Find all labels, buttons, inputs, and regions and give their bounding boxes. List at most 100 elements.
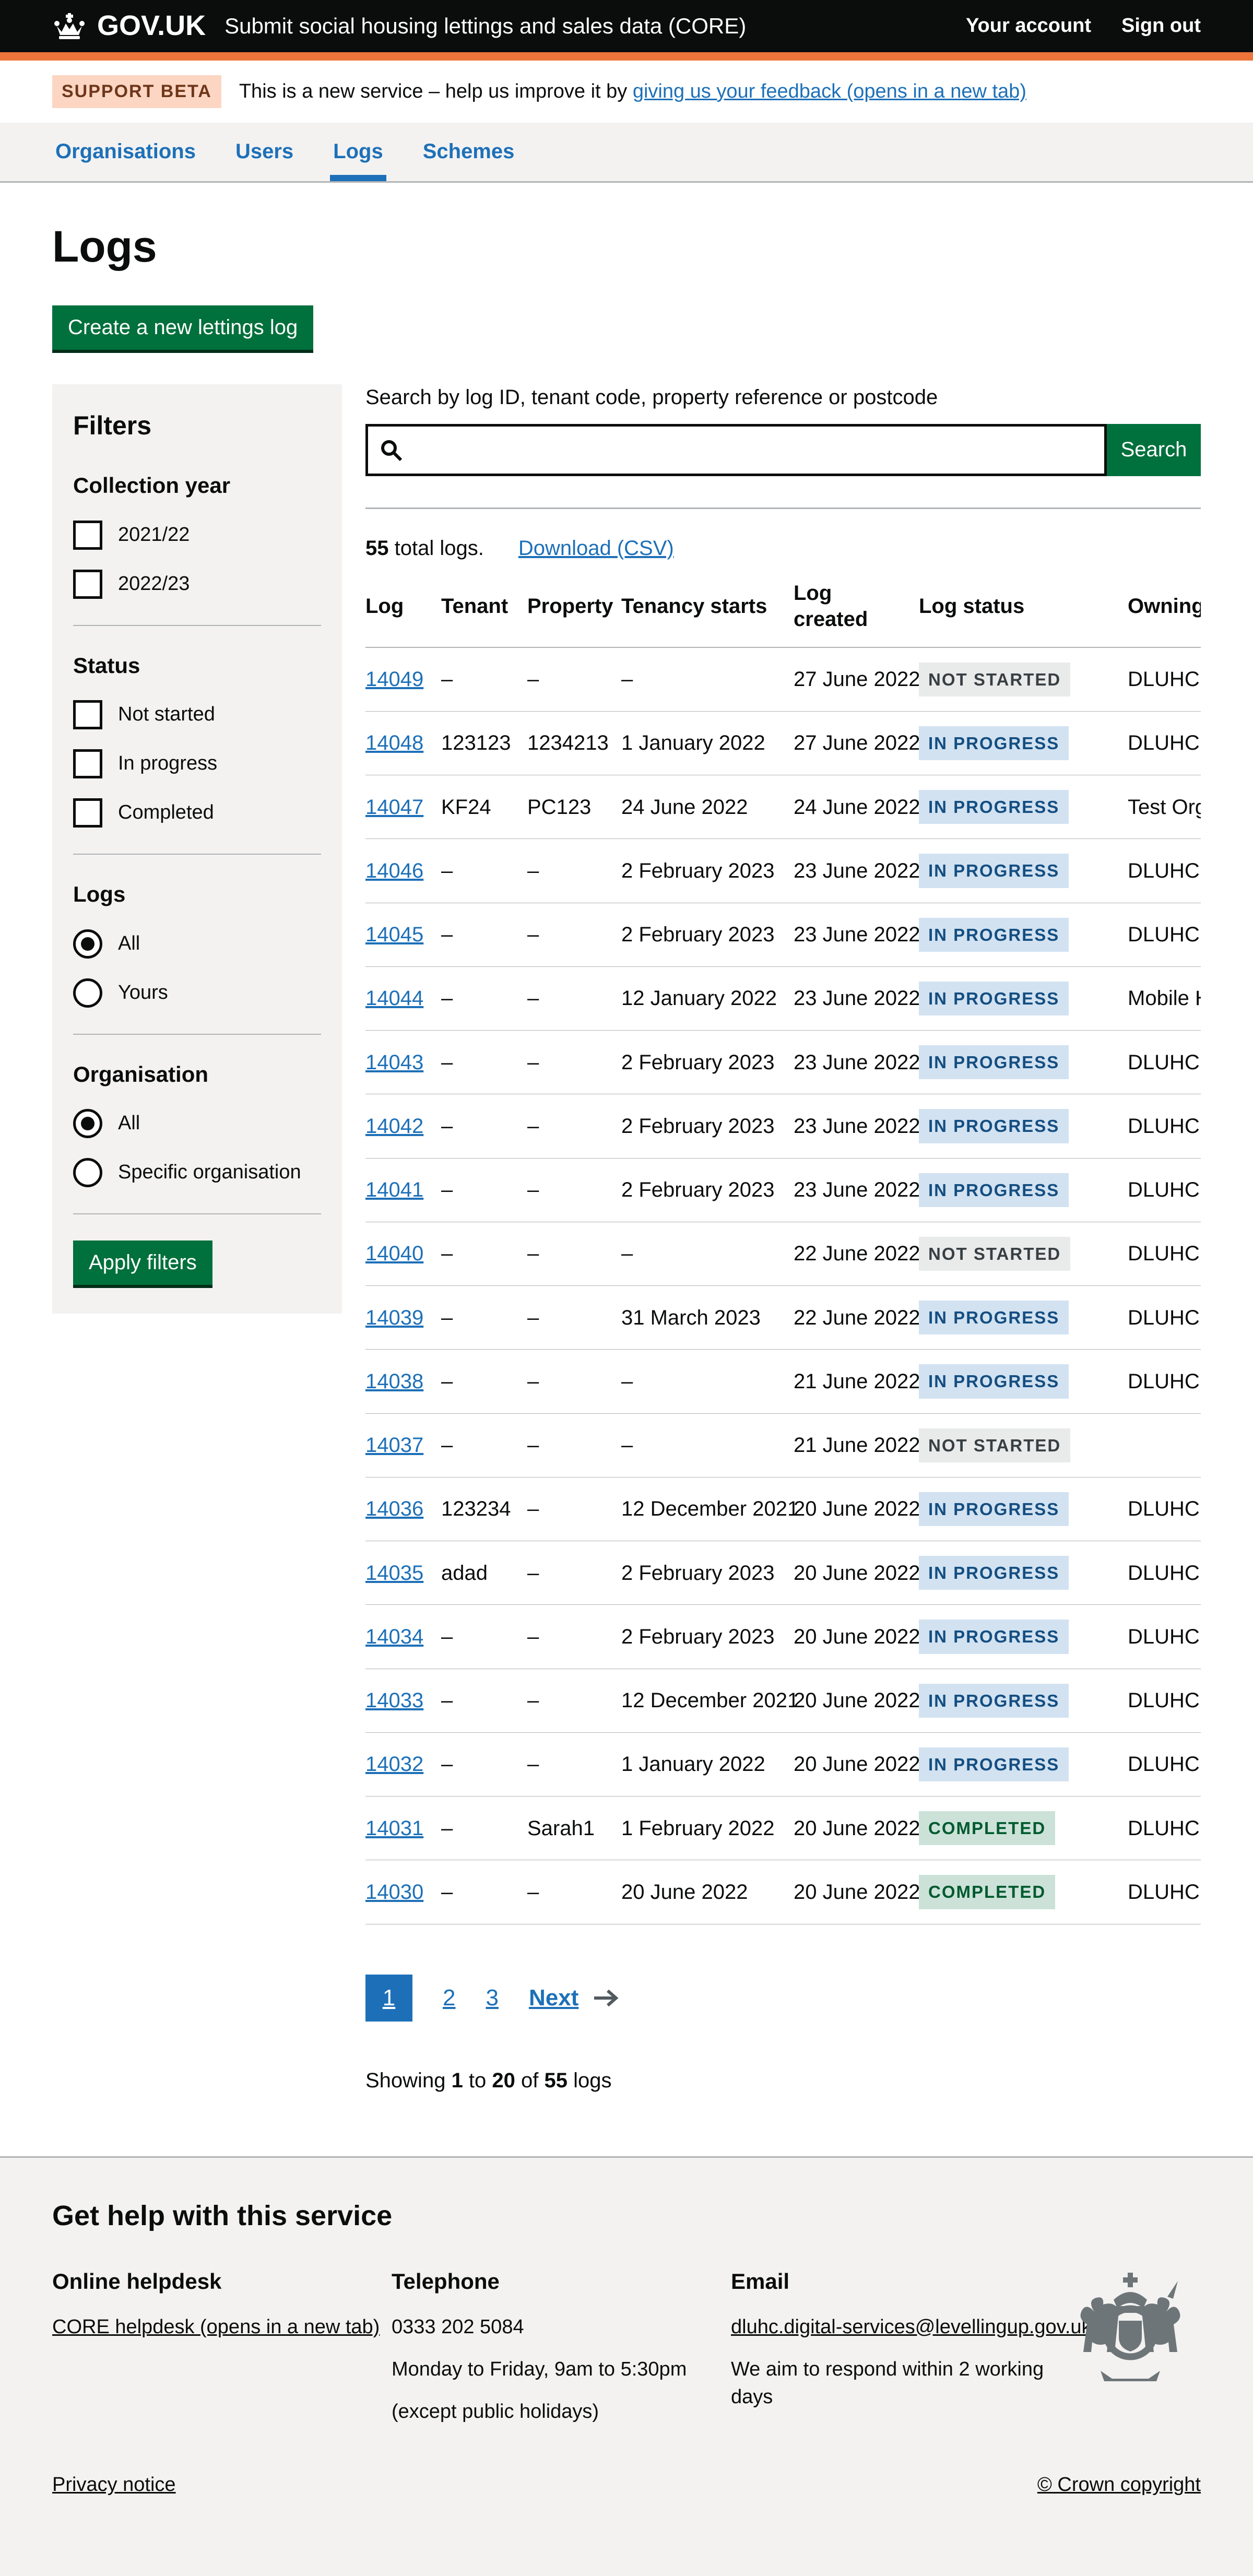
table-header-row: LogTenantPropertyTenancy startsLog creat… [365,566,1201,647]
your-account-link[interactable]: Your account [966,14,1091,39]
log-link[interactable]: 14033 [365,1689,423,1712]
nav-item-organisations[interactable]: Organisations [52,123,199,181]
tenancy-starts-cell: 2 February 2023 [621,1541,794,1605]
search-input[interactable] [365,424,1107,476]
footer-link-email[interactable]: dluhc.digital-services@levellingup.gov.u… [731,2316,1092,2338]
apply-filters-button[interactable]: Apply filters [73,1240,212,1285]
log-link[interactable]: 14043 [365,1051,423,1074]
pagination-next[interactable]: Next [529,1983,578,2012]
log-link[interactable]: 14039 [365,1306,423,1329]
column-header-property: Property [527,566,621,647]
pagination-page-3[interactable]: 3 [486,1983,498,2012]
radio-control[interactable] [73,1109,102,1138]
property-cell: – [527,647,621,712]
radio-control[interactable] [73,929,102,959]
log-created-cell: 23 June 2022 [794,1094,919,1158]
log-link[interactable]: 14041 [365,1178,423,1201]
nav-item-users[interactable]: Users [232,123,297,181]
log-link[interactable]: 14048 [365,731,423,754]
checkbox-control[interactable] [73,749,102,778]
log-created-cell: 20 June 2022 [794,1860,919,1924]
checkbox-not-started[interactable]: Not started [73,700,321,729]
govuk-logo-text: GOV.UK [97,8,206,44]
table-row: 14034––2 February 202320 June 2022IN PRO… [365,1605,1201,1669]
feedback-link[interactable]: giving us your feedback (opens in a new … [633,80,1026,102]
log-link[interactable]: 14044 [365,987,423,1010]
table-row: 14039––31 March 202322 June 2022IN PROGR… [365,1286,1201,1350]
govuk-logo[interactable]: GOV.UK [52,8,206,44]
log-link[interactable]: 14046 [365,859,423,882]
checkbox-control[interactable] [73,700,102,729]
search-button[interactable]: Search [1107,424,1201,476]
log-link[interactable]: 14034 [365,1625,423,1648]
log-link[interactable]: 14030 [365,1881,423,1904]
primary-nav-list: Organisations Users Logs Schemes [0,123,1253,181]
radio-control[interactable] [73,978,102,1008]
tenancy-starts-cell: 2 February 2023 [621,903,794,966]
footer-link-online-helpdesk[interactable]: CORE helpdesk (opens in a new tab) [52,2316,380,2338]
radio-all[interactable]: All [73,1109,321,1138]
pagination-current-page[interactable]: 1 [365,1975,412,2022]
footer-text-line: We aim to respond within 2 working days [731,2356,1049,2411]
status-badge: IN PROGRESS [919,1684,1069,1718]
log-link[interactable]: 14038 [365,1370,423,1393]
property-cell: – [527,839,621,903]
download-csv-link[interactable]: Download (CSV) [518,535,674,561]
status-badge: IN PROGRESS [919,726,1069,760]
owning-organisation-cell: DLUHC Tes [1128,1031,1201,1094]
log-id-cell: 14042 [365,1094,441,1158]
checkbox-in-progress[interactable]: In progress [73,749,321,778]
radio-yours[interactable]: Yours [73,978,321,1008]
tenancy-starts-cell: – [621,1413,794,1477]
log-created-cell: 20 June 2022 [794,1541,919,1605]
radio-all[interactable]: All [73,929,321,959]
header-links: Your account Sign out [966,14,1201,39]
property-cell: – [527,1094,621,1158]
checkbox-completed[interactable]: Completed [73,798,321,828]
log-link[interactable]: 14032 [365,1753,423,1776]
crown-icon [52,12,87,40]
owning-organisation-cell: DLUHC Tes [1128,1286,1201,1350]
tenant-cell: – [441,1350,527,1413]
log-status-cell: IN PROGRESS [919,1094,1128,1158]
checkbox-control[interactable] [73,521,102,550]
status-badge: IN PROGRESS [919,1364,1069,1398]
table-row: 1404812312312342131 January 202227 June … [365,711,1201,775]
log-link[interactable]: 14040 [365,1242,423,1265]
log-link[interactable]: 14047 [365,796,423,819]
results-section: Search by log ID, tenant code, property … [365,384,1201,2156]
log-id-cell: 14038 [365,1350,441,1413]
checkbox-2022-23[interactable]: 2022/23 [73,570,321,599]
option-label: In progress [118,751,217,776]
log-link[interactable]: 14035 [365,1562,423,1585]
radio-specific-organisation[interactable]: Specific organisation [73,1158,321,1187]
checkbox-2021-22[interactable]: 2021/22 [73,521,321,550]
table-row: 14043––2 February 202323 June 2022IN PRO… [365,1031,1201,1094]
create-lettings-log-button[interactable]: Create a new lettings log [52,305,313,350]
log-link[interactable]: 14049 [365,668,423,691]
nav-item-logs[interactable]: Logs [330,123,386,181]
log-created-cell: 27 June 2022 [794,711,919,775]
table-row: 14046––2 February 202323 June 2022IN PRO… [365,839,1201,903]
log-link[interactable]: 14045 [365,923,423,946]
nav-item-schemes[interactable]: Schemes [420,123,518,181]
sign-out-link[interactable]: Sign out [1121,14,1201,39]
checkbox-control[interactable] [73,798,102,828]
log-link[interactable]: 14036 [365,1497,423,1520]
radio-control[interactable] [73,1158,102,1187]
log-link[interactable]: 14037 [365,1434,423,1457]
pagination: 1 2 3 Next [365,1975,1201,2022]
showing-to-word: to [463,2069,492,2092]
log-id-cell: 14044 [365,966,441,1030]
privacy-notice-link[interactable]: Privacy notice [52,2473,176,2498]
crown-copyright-link[interactable]: © Crown copyright [1037,2473,1201,2498]
checkbox-control[interactable] [73,570,102,599]
status-badge: NOT STARTED [919,1428,1070,1462]
log-id-cell: 14045 [365,903,441,966]
footer-column-telephone: Telephone0333 202 5084Monday to Friday, … [392,2268,731,2426]
log-status-cell: IN PROGRESS [919,711,1128,775]
service-name[interactable]: Submit social housing lettings and sales… [224,13,746,40]
pagination-page-2[interactable]: 2 [443,1983,455,2012]
log-link[interactable]: 14042 [365,1115,423,1138]
log-link[interactable]: 14031 [365,1817,423,1840]
